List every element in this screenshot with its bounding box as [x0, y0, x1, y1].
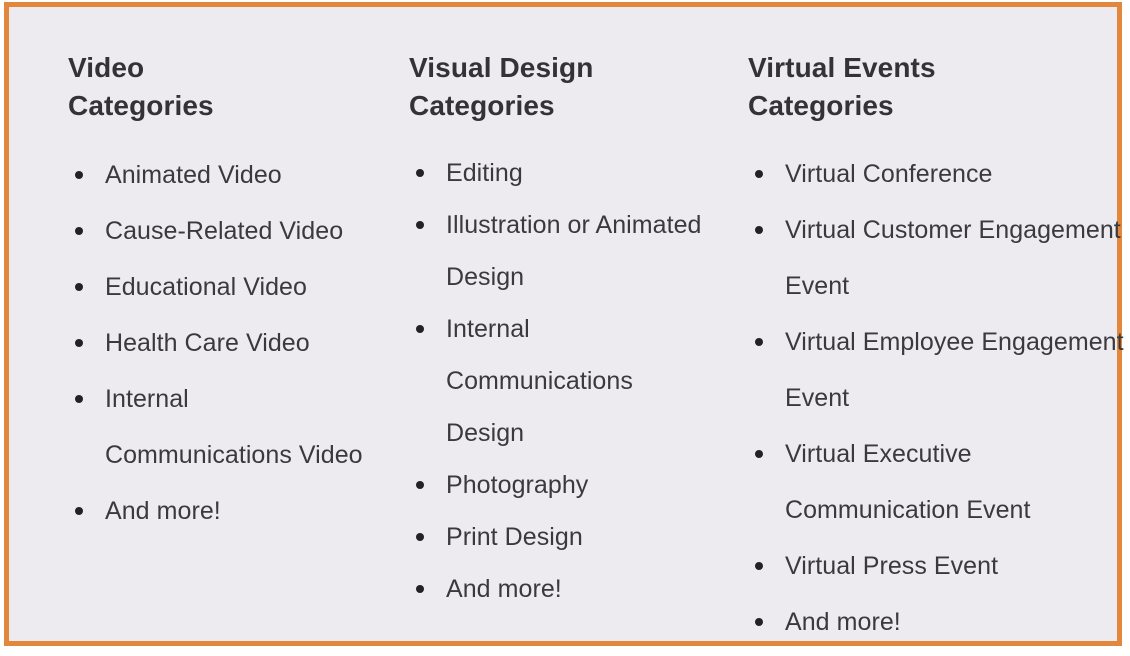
list-item: Virtual Press Event — [748, 538, 1125, 594]
bullet-icon — [416, 221, 424, 229]
list-item: And more! — [68, 483, 367, 539]
list-item-label: Photography — [446, 471, 589, 499]
list-item-label: Virtual Employee Engagement Event — [785, 328, 1124, 412]
bullet-icon — [416, 533, 424, 541]
list-item: Internal Communications Design — [409, 303, 702, 459]
list-item: Cause-Related Video — [68, 203, 367, 259]
bullet-icon — [75, 395, 83, 403]
list-item: Health Care Video — [68, 315, 367, 371]
bullet-icon — [416, 481, 424, 489]
list-item-label: And more! — [105, 497, 221, 525]
bullet-icon — [75, 283, 83, 291]
category-column-virtual-events: Virtual Events Categories Virtual Confer… — [689, 49, 1125, 650]
column-heading: Video Categories — [68, 52, 214, 121]
list-item-label: Virtual Press Event — [785, 552, 999, 580]
list-item-label: And more! — [446, 575, 562, 603]
list-item: Virtual Executive Communication Event — [748, 426, 1125, 538]
list-item: Editing — [409, 147, 702, 199]
list-item-label: Virtual Customer Engagement Event — [785, 216, 1121, 300]
bullet-icon — [75, 507, 83, 515]
category-column-visual-design: Visual Design Categories Editing Illustr… — [352, 49, 701, 615]
bullet-icon — [755, 618, 763, 626]
list-item-label: Educational Video — [105, 273, 307, 301]
bullet-icon — [416, 169, 424, 177]
category-columns: Video Categories Animated Video Cause-Re… — [9, 7, 1124, 641]
list-item: Photography — [409, 459, 702, 511]
bullet-icon — [755, 338, 763, 346]
categories-panel: Video Categories Animated Video Cause-Re… — [4, 2, 1124, 646]
column-heading: Virtual Events Categories — [748, 52, 936, 121]
list-item-label: Internal Communications Video — [105, 385, 363, 469]
list-item-label: And more! — [785, 608, 901, 636]
bullet-icon — [416, 585, 424, 593]
list-item: And more! — [409, 563, 702, 615]
column-heading: Visual Design Categories — [409, 52, 594, 121]
bullet-icon — [755, 562, 763, 570]
list-item-label: Editing — [446, 159, 523, 187]
list-item: Virtual Customer Engagement Event — [748, 202, 1125, 314]
list-item-label: Virtual Executive Communication Event — [785, 440, 1031, 524]
list-item-label: Virtual Conference — [785, 160, 993, 188]
category-list: Editing Illustration or Animated Design … — [409, 147, 701, 615]
list-item: Internal Communications Video — [68, 371, 367, 483]
list-item: Virtual Conference — [748, 146, 1125, 202]
list-item: Illustration or Animated Design — [409, 199, 702, 303]
list-item: And more! — [748, 594, 1125, 650]
bullet-icon — [755, 226, 763, 234]
list-item-label: Cause-Related Video — [105, 217, 344, 245]
category-list: Virtual Conference Virtual Customer Enga… — [748, 146, 1125, 650]
list-item-label: Internal Communications Design — [446, 315, 633, 447]
bullet-icon — [755, 450, 763, 458]
bullet-icon — [75, 227, 83, 235]
list-item-label: Illustration or Animated Design — [446, 211, 702, 291]
bullet-icon — [416, 325, 424, 333]
list-item-label: Health Care Video — [105, 329, 310, 357]
bullet-icon — [75, 339, 83, 347]
category-list: Animated Video Cause-Related Video Educa… — [68, 147, 363, 539]
list-item: Virtual Employee Engagement Event — [748, 314, 1125, 426]
bullet-icon — [755, 170, 763, 178]
list-item: Educational Video — [68, 259, 367, 315]
list-item: Animated Video — [68, 147, 367, 203]
category-column-video: Video Categories Animated Video Cause-Re… — [9, 49, 363, 539]
list-item-label: Animated Video — [105, 161, 282, 189]
list-item-label: Print Design — [446, 523, 583, 551]
bullet-icon — [75, 171, 83, 179]
list-item: Print Design — [409, 511, 702, 563]
